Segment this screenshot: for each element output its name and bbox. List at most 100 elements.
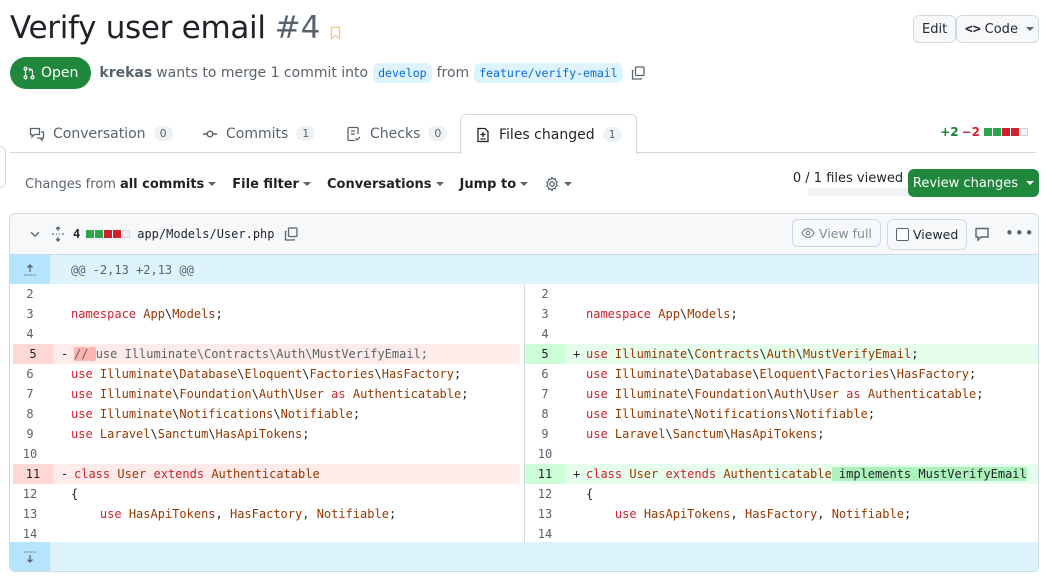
head-branch[interactable]: feature/verify-email	[474, 63, 623, 83]
code-token: ;	[817, 427, 825, 441]
viewed-checkbox[interactable]: Viewed	[887, 219, 968, 250]
expand-up-icon[interactable]	[10, 255, 50, 284]
line-number[interactable]: 3	[10, 304, 50, 324]
review-changes-label: Review changes	[912, 175, 1019, 191]
code-token: ;	[911, 347, 919, 361]
line-number[interactable]: 4	[525, 324, 565, 344]
checklist-icon	[347, 126, 361, 141]
expand-down-icon[interactable]	[10, 542, 50, 571]
code-token: Database	[694, 367, 753, 381]
tab-commits[interactable]: Commits 1	[188, 114, 329, 153]
line-number[interactable]: 7	[525, 384, 565, 404]
line-number[interactable]: 10	[525, 444, 565, 464]
line-number[interactable]: 4	[10, 324, 50, 344]
view-full-button[interactable]: View full	[792, 219, 881, 247]
author-link[interactable]: krekas	[99, 65, 152, 81]
tab-files-changed[interactable]: Files changed 1	[460, 114, 637, 154]
file-filter-dropdown[interactable]: File filter	[232, 177, 311, 192]
conversations-dropdown[interactable]: Conversations	[327, 177, 444, 192]
code-token: Illuminate	[99, 407, 173, 421]
code-token: use	[71, 427, 93, 441]
diff-line: 6 use Illuminate\Database\Eloquent\Facto…	[10, 364, 524, 384]
diff-line: 2	[10, 284, 524, 304]
code-content: use Illuminate\Notifications\Notifiable;	[586, 407, 875, 421]
jump-to-dropdown[interactable]: Jump to	[460, 177, 529, 192]
code-token: HasApiTokens	[643, 507, 731, 521]
diff-line: 11- class User extends Authenticatable	[13, 464, 520, 484]
eye-icon	[801, 228, 815, 238]
file-tree-toggle[interactable]	[0, 146, 6, 188]
code-token: use	[71, 367, 93, 381]
settings-dropdown[interactable]	[544, 176, 573, 192]
git-commit-icon	[203, 129, 217, 137]
review-changes-button[interactable]: Review changes	[908, 169, 1039, 197]
diff-line: 14	[10, 524, 524, 544]
line-number[interactable]: 13	[525, 504, 565, 524]
code-token: Models	[687, 307, 731, 321]
code-token: use	[586, 367, 608, 381]
copy-icon[interactable]	[630, 65, 646, 81]
code-token: ,	[302, 507, 317, 521]
line-number[interactable]: 12	[10, 484, 50, 504]
line-number[interactable]: 12	[525, 484, 565, 504]
line-number[interactable]: 6	[10, 364, 50, 384]
line-number[interactable]: 14	[10, 524, 50, 544]
state-badge: Open	[10, 57, 92, 89]
chevron-down-icon[interactable]	[28, 227, 42, 241]
code-content: use Laravel\Sanctum\HasApiTokens;	[586, 427, 824, 441]
line-number[interactable]: 5	[525, 344, 565, 364]
comment-icon[interactable]	[974, 226, 990, 242]
code-token: as	[331, 387, 346, 401]
base-branch[interactable]: develop	[373, 63, 432, 83]
line-number[interactable]: 8	[10, 404, 50, 424]
unfold-icon[interactable]	[51, 226, 65, 242]
kebab-horizontal-icon[interactable]: •••	[1005, 226, 1035, 241]
code-token: \	[665, 427, 673, 441]
line-number[interactable]: 2	[10, 284, 50, 304]
diff-line: 9 use Laravel\Sanctum\HasApiTokens;	[525, 424, 1038, 444]
line-number[interactable]: 10	[10, 444, 50, 464]
line-number[interactable]: 2	[525, 284, 565, 304]
code-token: Notifiable	[831, 507, 904, 521]
code-token: ,	[817, 507, 832, 521]
hunk-header: @@ -2,13 +2,13 @@	[10, 255, 1038, 284]
code-token: extends	[153, 467, 205, 481]
line-number[interactable]: 3	[525, 304, 565, 324]
code-content: use Illuminate\Database\Eloquent\Factori…	[586, 367, 976, 381]
bookmark-icon[interactable]	[330, 26, 341, 40]
tab-checks[interactable]: Checks 0	[332, 114, 461, 153]
file-path[interactable]: app/Models/User.php	[137, 227, 274, 241]
split-diff: 2 3 namespace App\Models; 4 5-// use Illu…	[10, 284, 1038, 544]
diffstat-block	[1002, 128, 1010, 136]
code-token	[88, 347, 96, 361]
files-viewed-progress	[807, 188, 917, 196]
line-number[interactable]: 11	[525, 464, 565, 484]
code-token: Notifiable	[316, 507, 389, 521]
line-number[interactable]: 7	[10, 384, 50, 404]
deletion-marker: -	[61, 347, 69, 361]
code-token: ;	[352, 407, 361, 421]
tab-conversation[interactable]: Conversation 0	[15, 114, 187, 153]
code-token: ;	[968, 367, 977, 381]
deletion-marker: -	[61, 467, 69, 481]
line-number[interactable]: 5	[13, 344, 53, 364]
line-number[interactable]: 8	[525, 404, 565, 424]
code-button[interactable]: <> Code	[956, 15, 1039, 43]
copy-icon[interactable]	[283, 226, 299, 242]
context-marker	[565, 527, 586, 541]
line-number[interactable]: 11	[13, 464, 53, 484]
diff-line: 7 use Illuminate\Foundation\Auth\User as…	[525, 384, 1038, 404]
addition-marker: +	[573, 347, 581, 361]
context-marker	[565, 327, 586, 341]
line-number[interactable]: 14	[525, 524, 565, 544]
tab-label: Conversation	[53, 125, 146, 142]
line-number[interactable]: 9	[10, 424, 50, 444]
changes-from-dropdown[interactable]: Changes from all commits	[25, 177, 217, 192]
line-number[interactable]: 6	[525, 364, 565, 384]
line-number[interactable]: 13	[10, 504, 50, 524]
edit-button[interactable]: Edit	[913, 15, 957, 43]
line-number[interactable]: 9	[525, 424, 565, 444]
